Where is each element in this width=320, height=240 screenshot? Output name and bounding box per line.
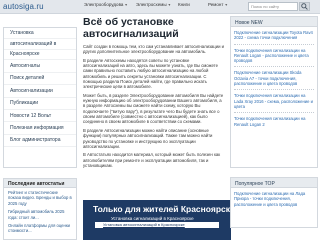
caret-down-icon: ▼: [124, 3, 128, 7]
list-item[interactable]: Гибридный автомобиль 2025 года: стоит ли…: [8, 209, 72, 220]
site-logo[interactable]: autosiga.ru: [3, 2, 44, 11]
menu-item-electro[interactable]: Электрооборудова▼: [84, 2, 128, 7]
list-item[interactable]: Подключение сигнализации Skoda Octavia A…: [234, 70, 314, 91]
banner-subtitle: Установка сигнализаций в Красноярске: [111, 216, 194, 221]
list-item[interactable]: Точки подключения сигнализации на Renaul…: [234, 48, 314, 68]
sidebar-item-krasnoyarsk[interactable]: Красноярске: [4, 50, 76, 61]
latest-articles-list: Рейтинг и статистические показа видео. Б…: [3, 188, 77, 240]
popular-section-title: Популярное TOP: [230, 177, 318, 188]
sidebar-item-useful[interactable]: Полезная информация: [4, 122, 76, 135]
list-item[interactable]: Подключение сигнализации Toyota Rav4 202…: [234, 30, 314, 45]
sidebar-item-admin-blog[interactable]: Блог администратора: [4, 135, 76, 148]
search-button[interactable]: [299, 2, 310, 11]
main-content: Всё об установке автосигнализаций Сайт с…: [83, 16, 225, 171]
list-item[interactable]: Точки подключения сигнализации на Renaul…: [234, 116, 314, 130]
electro-paragraph: Может быть, в разделе Электрооборудовани…: [83, 92, 224, 125]
sidebar-item-publications[interactable]: Публикации: [4, 98, 76, 110]
right-column: Новое NEW Подключение сигнализации Toyot…: [230, 16, 318, 228]
latest-articles-panel: Последние автостатьи Рейтинг и статистич…: [3, 178, 77, 240]
alarms-paragraph: В разделе Автосигнализации можно найти о…: [83, 127, 213, 149]
banner-title: Только для жителей Красноярска: [93, 204, 231, 214]
sidebar-item-news[interactable]: Новости 12 Вольт: [4, 110, 76, 123]
sidebar-item-install[interactable]: Установка: [4, 28, 76, 39]
menu-item-schemes[interactable]: Электросхемы▼: [136, 2, 171, 7]
new-section-title: Новое NEW: [230, 16, 318, 27]
menu-item-books[interactable]: Книги: [178, 2, 190, 7]
new-articles-list: Подключение сигнализации Toyota Rav4 202…: [230, 27, 318, 168]
sidebar-item-parts-search[interactable]: Поиск деталей: [4, 73, 76, 86]
menu-item-label: Электросхемы: [136, 2, 167, 7]
menu-item-label: Ремонт: [208, 2, 224, 7]
caret-down-icon: ▼: [167, 3, 172, 7]
sidebar-item-autosignals[interactable]: Автосигналы: [4, 60, 76, 73]
banner-link[interactable]: Установка автосигнализаций в Красноярске: [95, 222, 219, 228]
popular-articles-list: Подключение сигнализации на Лада Приора …: [230, 188, 318, 228]
articles-paragraph: В Автостатьях находится материал, которы…: [83, 152, 221, 168]
sidebar-menu: Установка автосигнализаций в Красноярске…: [3, 27, 77, 168]
list-item[interactable]: Точки подключения сигнализации на Lada X…: [234, 93, 314, 114]
sidebar-item-alarms[interactable]: Автосигнализации: [4, 85, 76, 98]
popular-section: Популярное TOP Подключение сигнализации …: [230, 177, 318, 228]
list-item[interactable]: Рейтинг и статистические показа видео. Б…: [8, 190, 72, 206]
caret-down-icon: ▼: [224, 3, 228, 7]
search-placeholder: Поиск по сайту: [251, 4, 280, 9]
search-icon: [301, 3, 308, 10]
autoschemes-paragraph: В разделе Автосхемы находятся советы по …: [83, 57, 218, 90]
top-navigation-bar: autosiga.ru Электрооборудова▼ Электросхе…: [0, 0, 320, 14]
latest-articles-title: Последние автостатьи: [3, 178, 77, 188]
list-item[interactable]: Подключение сигнализации на Лада Приора …: [234, 191, 314, 210]
menu-item-label: Книги: [178, 2, 190, 7]
list-item[interactable]: Онлайн платформы для оценки стоимости...: [8, 223, 72, 234]
menu-item-label: Электрооборудова: [84, 2, 124, 7]
krasnoyarsk-banner[interactable]: Только для жителей Красноярска Установка…: [83, 200, 231, 240]
banner-link-text: Установка автосигнализаций в Красноярске: [103, 222, 185, 227]
page-title: Всё об установке автосигнализаций: [83, 16, 179, 40]
sidebar-item-install-krsk[interactable]: автосигнализаций в: [4, 39, 76, 50]
menu-item-repair[interactable]: Ремонт▼: [208, 2, 228, 7]
intro-paragraph: Сайт создан в помощь тем, кто сам устана…: [83, 44, 225, 55]
search-input[interactable]: Поиск по сайту: [248, 2, 298, 11]
